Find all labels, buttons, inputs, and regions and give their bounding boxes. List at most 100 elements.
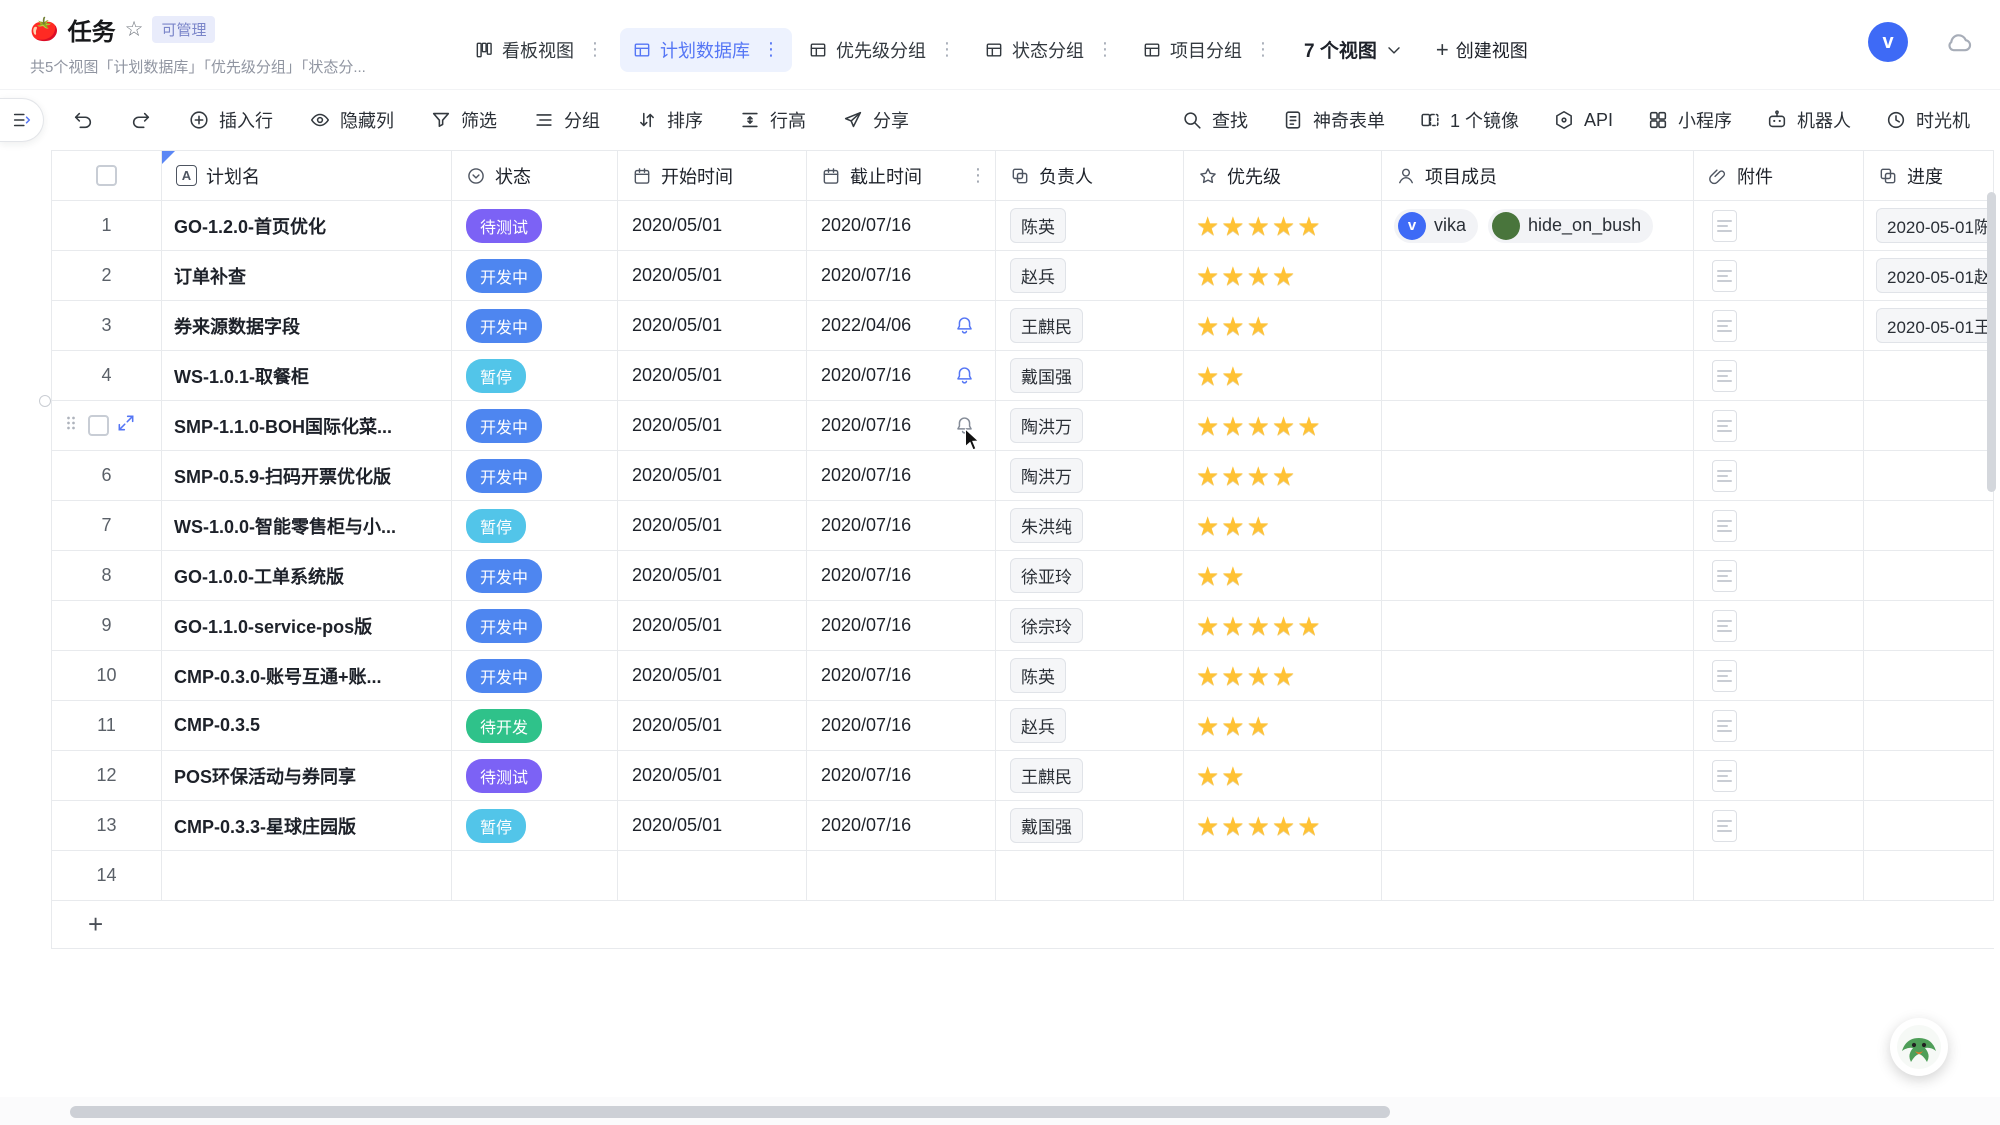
row-number-cell[interactable]: 9	[52, 601, 162, 651]
empty-row[interactable]: 14	[52, 851, 1994, 901]
status-cell[interactable]: 待开发	[452, 701, 618, 751]
start-date-cell[interactable]: 2020/05/01	[618, 751, 807, 801]
end-date-cell[interactable]: 2020/07/16	[807, 551, 996, 601]
column-header-progress[interactable]: 进度	[1864, 150, 1994, 201]
end-date-cell[interactable]: 2020/07/16	[807, 351, 996, 401]
start-date-cell[interactable]: 2020/05/01	[618, 251, 807, 301]
table-row[interactable]: 9GO-1.1.0-service-pos版开发中2020/05/012020/…	[52, 601, 1994, 651]
start-date-cell[interactable]: 2020/05/01	[618, 301, 807, 351]
owner-cell[interactable]: 徐宗玲	[996, 601, 1184, 651]
group-button[interactable]: 分组	[533, 107, 600, 133]
sort-button[interactable]: 排序	[636, 107, 703, 133]
plan-name-cell[interactable]: CMP-0.3.5	[162, 701, 452, 751]
row-height-button[interactable]: 行高	[739, 107, 806, 133]
progress-cell[interactable]	[1864, 551, 1994, 601]
progress-cell[interactable]	[1864, 701, 1994, 751]
column-header-end-date[interactable]: 截止时间 ⋮	[807, 150, 996, 201]
start-date-cell[interactable]: 2020/05/01	[618, 501, 807, 551]
progress-cell[interactable]	[1864, 451, 1994, 501]
table-row[interactable]: 8GO-1.0.0-工单系统版开发中2020/05/012020/07/16徐亚…	[52, 551, 1994, 601]
owner-cell[interactable]: 赵兵	[996, 701, 1184, 751]
plan-name-cell[interactable]: WS-1.0.0-智能零售柜与小...	[162, 501, 452, 551]
expand-sidebar-button[interactable]	[0, 98, 44, 142]
plan-name-cell[interactable]: CMP-0.3.3-星球庄园版	[162, 801, 452, 851]
plan-name-cell[interactable]: WS-1.0.1-取餐柜	[162, 351, 452, 401]
end-date-cell[interactable]: 2020/07/16	[807, 251, 996, 301]
members-cell[interactable]	[1382, 351, 1694, 401]
attachment-cell[interactable]	[1694, 501, 1864, 551]
owner-cell[interactable]: 陈英	[996, 201, 1184, 251]
start-date-cell[interactable]: 2020/05/01	[618, 651, 807, 701]
table-row[interactable]: 3券来源数据字段开发中2020/05/012022/04/06王麒民★★★202…	[52, 301, 1994, 351]
end-date-cell[interactable]: 2020/07/16	[807, 201, 996, 251]
status-cell[interactable]: 开发中	[452, 251, 618, 301]
status-cell[interactable]: 暂停	[452, 501, 618, 551]
widgets-button[interactable]: 小程序	[1647, 107, 1732, 133]
attachment-file-icon[interactable]	[1712, 660, 1737, 692]
attachment-file-icon[interactable]	[1712, 760, 1737, 792]
priority-cell[interactable]: ★★★	[1184, 501, 1382, 551]
members-cell[interactable]	[1382, 751, 1694, 801]
tab-project-group[interactable]: 项目分组 ⋮	[1130, 28, 1284, 72]
plan-name-cell[interactable]: POS环保活动与券同享	[162, 751, 452, 801]
hide-fields-button[interactable]: 隐藏列	[309, 107, 394, 133]
tab-priority-group[interactable]: 优先级分组 ⋮	[796, 28, 968, 72]
table-row[interactable]: 1GO-1.2.0-首页优化待测试2020/05/012020/07/16陈英★…	[52, 201, 1994, 251]
add-row-button[interactable]: +	[52, 901, 1994, 949]
tab-status-group[interactable]: 状态分组 ⋮	[972, 28, 1126, 72]
select-all-cell[interactable]	[52, 150, 162, 201]
status-cell[interactable]: 开发中	[452, 401, 618, 451]
attachment-cell[interactable]	[1694, 701, 1864, 751]
plan-name-cell[interactable]: GO-1.2.0-首页优化	[162, 201, 452, 251]
attachment-file-icon[interactable]	[1712, 710, 1737, 742]
robot-button[interactable]: 机器人	[1766, 107, 1851, 133]
status-cell[interactable]: 暂停	[452, 351, 618, 401]
priority-cell[interactable]: ★★★★★	[1184, 601, 1382, 651]
plan-name-cell[interactable]: SMP-1.1.0-BOH国际化菜...	[162, 401, 452, 451]
owner-cell[interactable]: 陈英	[996, 651, 1184, 701]
sync-cloud-icon[interactable]	[1936, 24, 1982, 60]
members-cell[interactable]	[1382, 851, 1694, 901]
table-row[interactable]: 10CMP-0.3.0-账号互通+账...开发中2020/05/012020/0…	[52, 651, 1994, 701]
favorite-star-icon[interactable]: ☆	[125, 17, 144, 42]
horizontal-scrollbar[interactable]	[70, 1106, 1390, 1118]
progress-cell[interactable]	[1864, 751, 1994, 801]
owner-cell[interactable]: 陶洪万	[996, 401, 1184, 451]
attachment-cell[interactable]	[1694, 751, 1864, 801]
owner-cell[interactable]	[996, 851, 1184, 901]
row-number-cell[interactable]: 8	[52, 551, 162, 601]
priority-cell[interactable]: ★★★★	[1184, 651, 1382, 701]
attachment-cell[interactable]	[1694, 651, 1864, 701]
insert-row-button[interactable]: 插入行	[188, 107, 273, 133]
create-view-button[interactable]: + 创建视图	[1436, 37, 1528, 63]
attachment-cell[interactable]	[1694, 201, 1864, 251]
attachment-cell[interactable]	[1694, 451, 1864, 501]
members-cell[interactable]	[1382, 301, 1694, 351]
find-button[interactable]: 查找	[1181, 107, 1248, 133]
row-number-cell[interactable]: 11	[52, 701, 162, 751]
tab-menu-icon[interactable]: ⋮	[1254, 39, 1272, 60]
priority-cell[interactable]: ★★	[1184, 751, 1382, 801]
share-button[interactable]: 分享	[842, 107, 909, 133]
start-date-cell[interactable]: 2020/05/01	[618, 401, 807, 451]
owner-cell[interactable]: 王麒民	[996, 301, 1184, 351]
table-row[interactable]: 11CMP-0.3.5待开发2020/05/012020/07/16赵兵★★★	[52, 701, 1994, 751]
row-number-cell[interactable]: 2	[52, 251, 162, 301]
progress-cell[interactable]	[1864, 651, 1994, 701]
vertical-scrollbar[interactable]	[1987, 192, 1996, 492]
priority-cell[interactable]	[1184, 851, 1382, 901]
attachment-cell[interactable]	[1694, 401, 1864, 451]
owner-cell[interactable]: 徐亚玲	[996, 551, 1184, 601]
tab-kanban-view[interactable]: 看板视图 ⋮	[462, 28, 616, 72]
start-date-cell[interactable]: 2020/05/01	[618, 351, 807, 401]
progress-cell[interactable]	[1864, 351, 1994, 401]
user-avatar[interactable]: v	[1868, 22, 1908, 62]
end-date-cell[interactable]: 2022/04/06	[807, 301, 996, 351]
views-dropdown[interactable]: 7 个视图	[1304, 36, 1404, 63]
owner-cell[interactable]: 王麒民	[996, 751, 1184, 801]
members-cell[interactable]	[1382, 801, 1694, 851]
owner-cell[interactable]: 朱洪纯	[996, 501, 1184, 551]
table-row[interactable]: 6SMP-0.5.9-扫码开票优化版开发中2020/05/012020/07/1…	[52, 451, 1994, 501]
owner-cell[interactable]: 陶洪万	[996, 451, 1184, 501]
row-number-cell[interactable]: 6	[52, 451, 162, 501]
